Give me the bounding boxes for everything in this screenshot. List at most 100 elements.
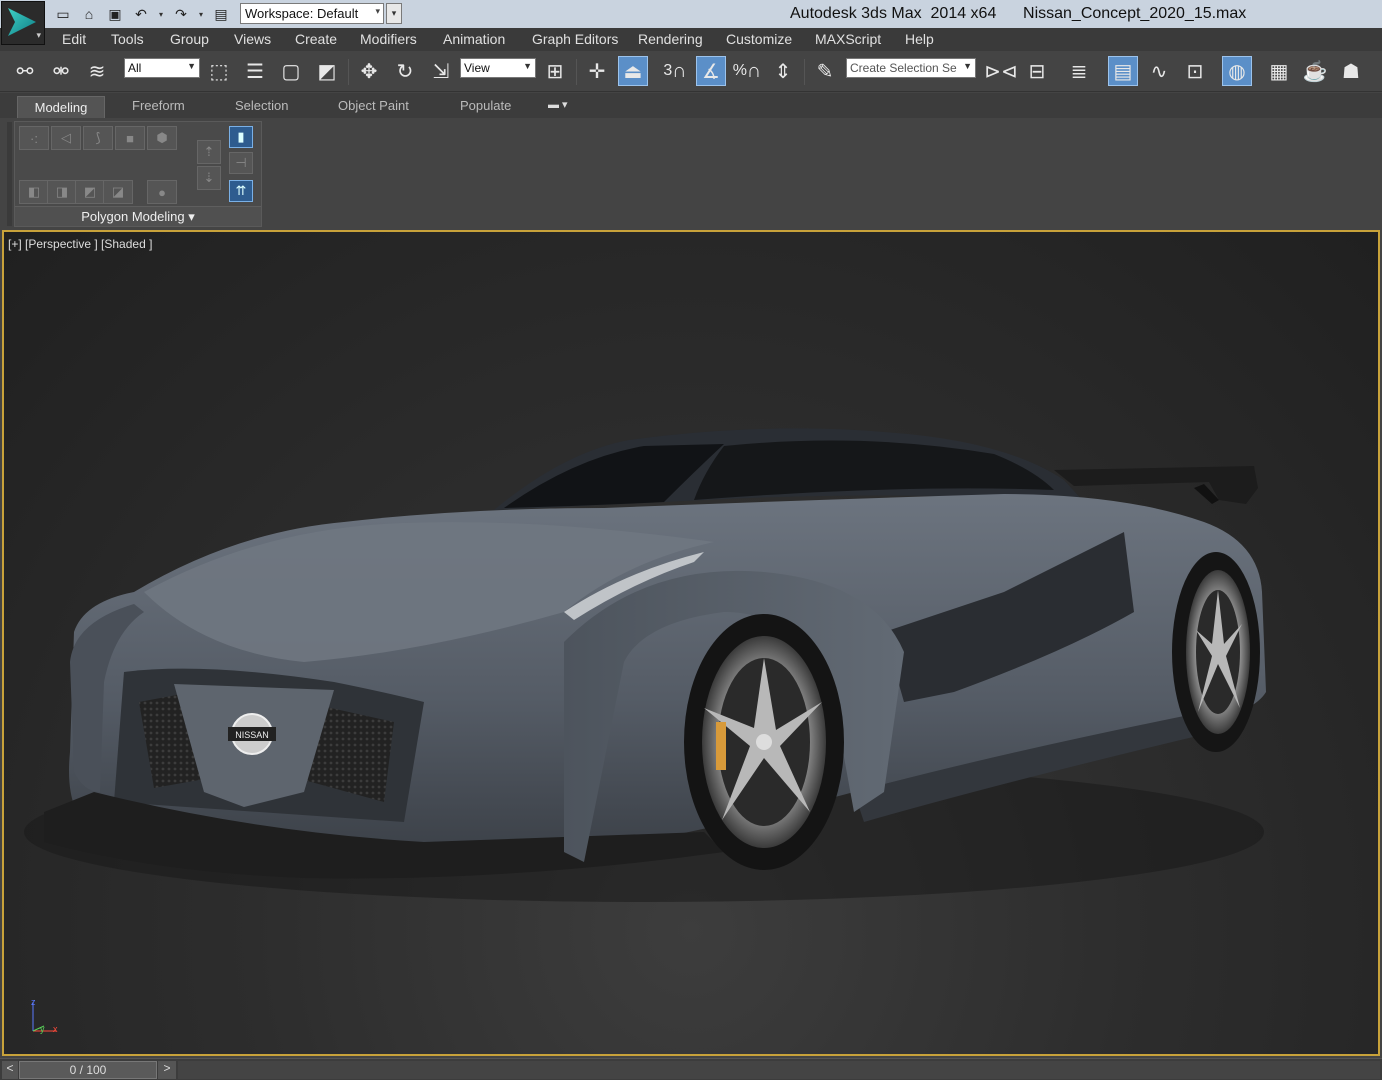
bind-to-space-warp-icon[interactable]: ≋ (82, 56, 112, 86)
perspective-viewport[interactable]: [+] [Perspective ] [Shaded ] NISSAN z y … (2, 230, 1380, 1056)
menu-views[interactable]: Views (234, 31, 271, 47)
show-cage-icon[interactable]: ⇈ (229, 180, 253, 202)
modify-mode-icon[interactable]: ◧ (19, 180, 49, 204)
use-soft-selection-icon[interactable]: ⇡ (197, 140, 221, 164)
next-modifier-icon[interactable]: ◩ (75, 180, 105, 204)
schematic-view-icon[interactable]: ⊡ (1180, 56, 1210, 86)
previous-frame-button[interactable]: < (2, 1061, 18, 1079)
curve-editor-icon[interactable]: ∿ (1144, 56, 1174, 86)
menu-modifiers[interactable]: Modifiers (360, 31, 417, 47)
percent-snap-label: % (732, 62, 747, 79)
selection-filter-value: All (128, 61, 142, 75)
toolbar-separator (576, 59, 577, 85)
edge-icon[interactable]: ◁ (51, 126, 81, 150)
toggle-command-panel-icon[interactable]: ⊣ (229, 152, 253, 174)
menu-group[interactable]: Group (170, 31, 209, 47)
select-and-scale-icon[interactable]: ⇲ (426, 56, 456, 86)
axis-y-label: y (40, 1024, 45, 1034)
toolbar-separator (804, 59, 805, 85)
menu-customize[interactable]: Customize (726, 31, 792, 47)
next-frame-button[interactable]: > (158, 1061, 176, 1079)
select-and-link-icon[interactable]: ⚯ (10, 56, 40, 86)
polygon-icon[interactable]: ■ (115, 126, 145, 150)
menu-rendering[interactable]: Rendering (638, 31, 703, 47)
pivot-point-center-icon[interactable]: ⊞ (540, 56, 570, 86)
open-icon[interactable]: ⌂ (78, 3, 100, 25)
menu-tools[interactable]: Tools (111, 31, 144, 47)
tab-selection[interactable]: Selection (235, 98, 288, 113)
vertex-icon[interactable]: ·: (19, 126, 49, 150)
application-menu-button[interactable]: ▾ (1, 1, 45, 45)
polygon-modeling-group: ·: ◁ ⟆ ■ ⬢ ◧ ◨ ◩ ◪ ● ⇡ ⇣ ▮ ⊣ ⇈ Polygon M… (14, 121, 262, 227)
selection-filter-select[interactable]: All ▼ (124, 58, 200, 78)
toolbar-separator (348, 59, 349, 85)
previous-modifier-icon[interactable]: ◨ (47, 180, 77, 204)
car-model: NISSAN (24, 428, 1266, 902)
save-icon[interactable]: ▣ (104, 3, 126, 25)
render-setup-icon[interactable]: ▦ (1264, 56, 1294, 86)
unlink-selection-icon[interactable]: ⚮ (46, 56, 76, 86)
menu-create[interactable]: Create (295, 31, 337, 47)
window-crossing-icon[interactable]: ◩ (312, 56, 342, 86)
timeline-track[interactable] (178, 1061, 1380, 1079)
mirror-icon[interactable]: ⊳⊲ (984, 56, 1018, 86)
align-icon[interactable]: ⊟ (1022, 56, 1052, 86)
quick-access-customize-button[interactable]: ▾ (386, 3, 402, 24)
tab-freeform[interactable]: Freeform (132, 98, 185, 113)
graphite-modeling-tools-icon[interactable]: ▤ (1108, 56, 1138, 86)
menu-maxscript[interactable]: MAXScript (815, 31, 881, 47)
menu-bar: Edit Tools Group Views Create Modifiers … (0, 28, 1382, 51)
tab-modeling[interactable]: Modeling (17, 96, 105, 118)
workspace-value: Workspace: Default (245, 6, 359, 21)
material-editor-icon[interactable]: ◍ (1222, 56, 1252, 86)
select-and-move-icon[interactable]: ✥ (354, 56, 384, 86)
tab-object-paint[interactable]: Object Paint (338, 98, 409, 113)
ribbon-grip[interactable] (7, 122, 12, 226)
border-icon[interactable]: ⟆ (83, 126, 113, 150)
chevron-down-icon: ▾ (188, 209, 195, 224)
time-slider-bar: < 0 / 100 > (0, 1058, 1382, 1080)
reference-coordinate-value: View (464, 61, 490, 75)
preserve-uvs-icon[interactable]: ● (147, 180, 177, 204)
collapse-stack-icon[interactable]: ⇣ (197, 166, 221, 190)
new-icon[interactable]: ▭ (52, 3, 74, 25)
angle-snap-toggle-icon[interactable]: ∡ (696, 56, 726, 86)
snaps-toggle-icon[interactable]: 3 ∩ (660, 56, 690, 86)
project-folder-icon[interactable]: ▤ (210, 3, 232, 25)
element-icon[interactable]: ⬢ (147, 126, 177, 150)
spinner-snap-toggle-icon[interactable]: ⇕ (768, 56, 798, 86)
menu-graph-editors[interactable]: Graph Editors (532, 31, 618, 47)
undo-dropdown-icon[interactable]: ▾ (156, 3, 166, 25)
keyboard-shortcut-override-icon[interactable]: ⏏ (618, 56, 648, 86)
time-slider[interactable]: 0 / 100 (19, 1061, 157, 1079)
pin-stack-icon[interactable]: ▮ (229, 126, 253, 148)
select-and-rotate-icon[interactable]: ↻ (390, 56, 420, 86)
chevron-down-icon: ▼ (963, 61, 972, 71)
undo-icon[interactable]: ↶ (130, 3, 152, 25)
main-toolbar: ⚯ ⚮ ≋ All ▼ ⬚ ☰ ▢ ◩ ✥ ↻ ⇲ View ▼ ⊞ ✛ ⏏ 3… (0, 51, 1382, 92)
select-object-icon[interactable]: ⬚ (204, 56, 234, 86)
named-selection-sets-select[interactable]: Create Selection Se ▼ (846, 58, 976, 78)
axis-z-label: z (31, 997, 36, 1007)
redo-icon[interactable]: ↷ (170, 3, 192, 25)
workspace-select[interactable]: Workspace: Default ▾ (240, 3, 384, 24)
rectangular-selection-icon[interactable]: ▢ (276, 56, 306, 86)
menu-edit[interactable]: Edit (62, 31, 86, 47)
rendered-frame-window-icon[interactable]: ☕ (1300, 56, 1330, 86)
tab-populate[interactable]: Populate (460, 98, 511, 113)
select-and-manipulate-icon[interactable]: ✛ (582, 56, 612, 86)
named-selection-placeholder: Create Selection Se (850, 61, 957, 75)
edit-named-selection-sets-icon[interactable]: ✎ (810, 56, 840, 86)
ribbon-options-icon[interactable]: ▬ ▾ (548, 98, 568, 111)
percent-snap-toggle-icon[interactable]: % ∩ (732, 56, 762, 86)
reference-coordinate-select[interactable]: View ▼ (460, 58, 536, 78)
select-by-name-icon[interactable]: ☰ (240, 56, 270, 86)
layer-manager-icon[interactable]: ≣ (1064, 56, 1094, 86)
menu-help[interactable]: Help (905, 31, 934, 47)
menu-animation[interactable]: Animation (443, 31, 505, 47)
render-production-icon[interactable]: ☗ (1336, 56, 1366, 86)
polygon-modeling-label: Polygon Modeling (81, 209, 185, 224)
redo-dropdown-icon[interactable]: ▾ (196, 3, 206, 25)
polygon-modeling-dropdown[interactable]: Polygon Modeling ▾ (15, 206, 261, 226)
show-end-result-icon[interactable]: ◪ (103, 180, 133, 204)
